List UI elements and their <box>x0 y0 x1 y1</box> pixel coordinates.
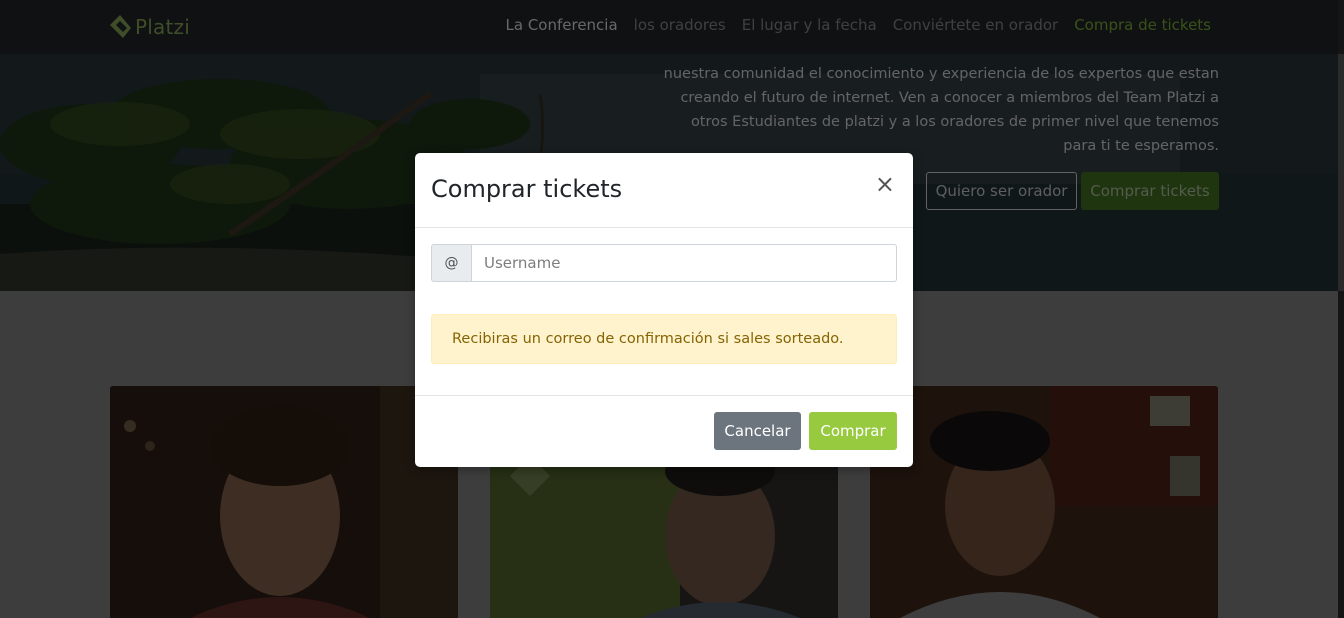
close-icon[interactable]: × <box>875 172 895 196</box>
cancel-button[interactable]: Cancelar <box>714 412 801 450</box>
username-input-group: @ <box>431 244 897 282</box>
username-input[interactable] <box>472 244 897 282</box>
modal-body: @ Recibiras un correo de confirmación si… <box>415 228 913 396</box>
modal-footer: Cancelar Comprar <box>415 396 913 466</box>
comprar-button[interactable]: Comprar <box>809 412 897 450</box>
confirmation-alert: Recibiras un correo de confirmación si s… <box>431 314 897 364</box>
comprar-tickets-modal: Comprar tickets × @ Recibiras un correo … <box>415 153 913 467</box>
at-sign-addon: @ <box>431 244 472 282</box>
modal-title: Comprar tickets <box>431 175 623 203</box>
modal-header: Comprar tickets × <box>415 153 913 228</box>
